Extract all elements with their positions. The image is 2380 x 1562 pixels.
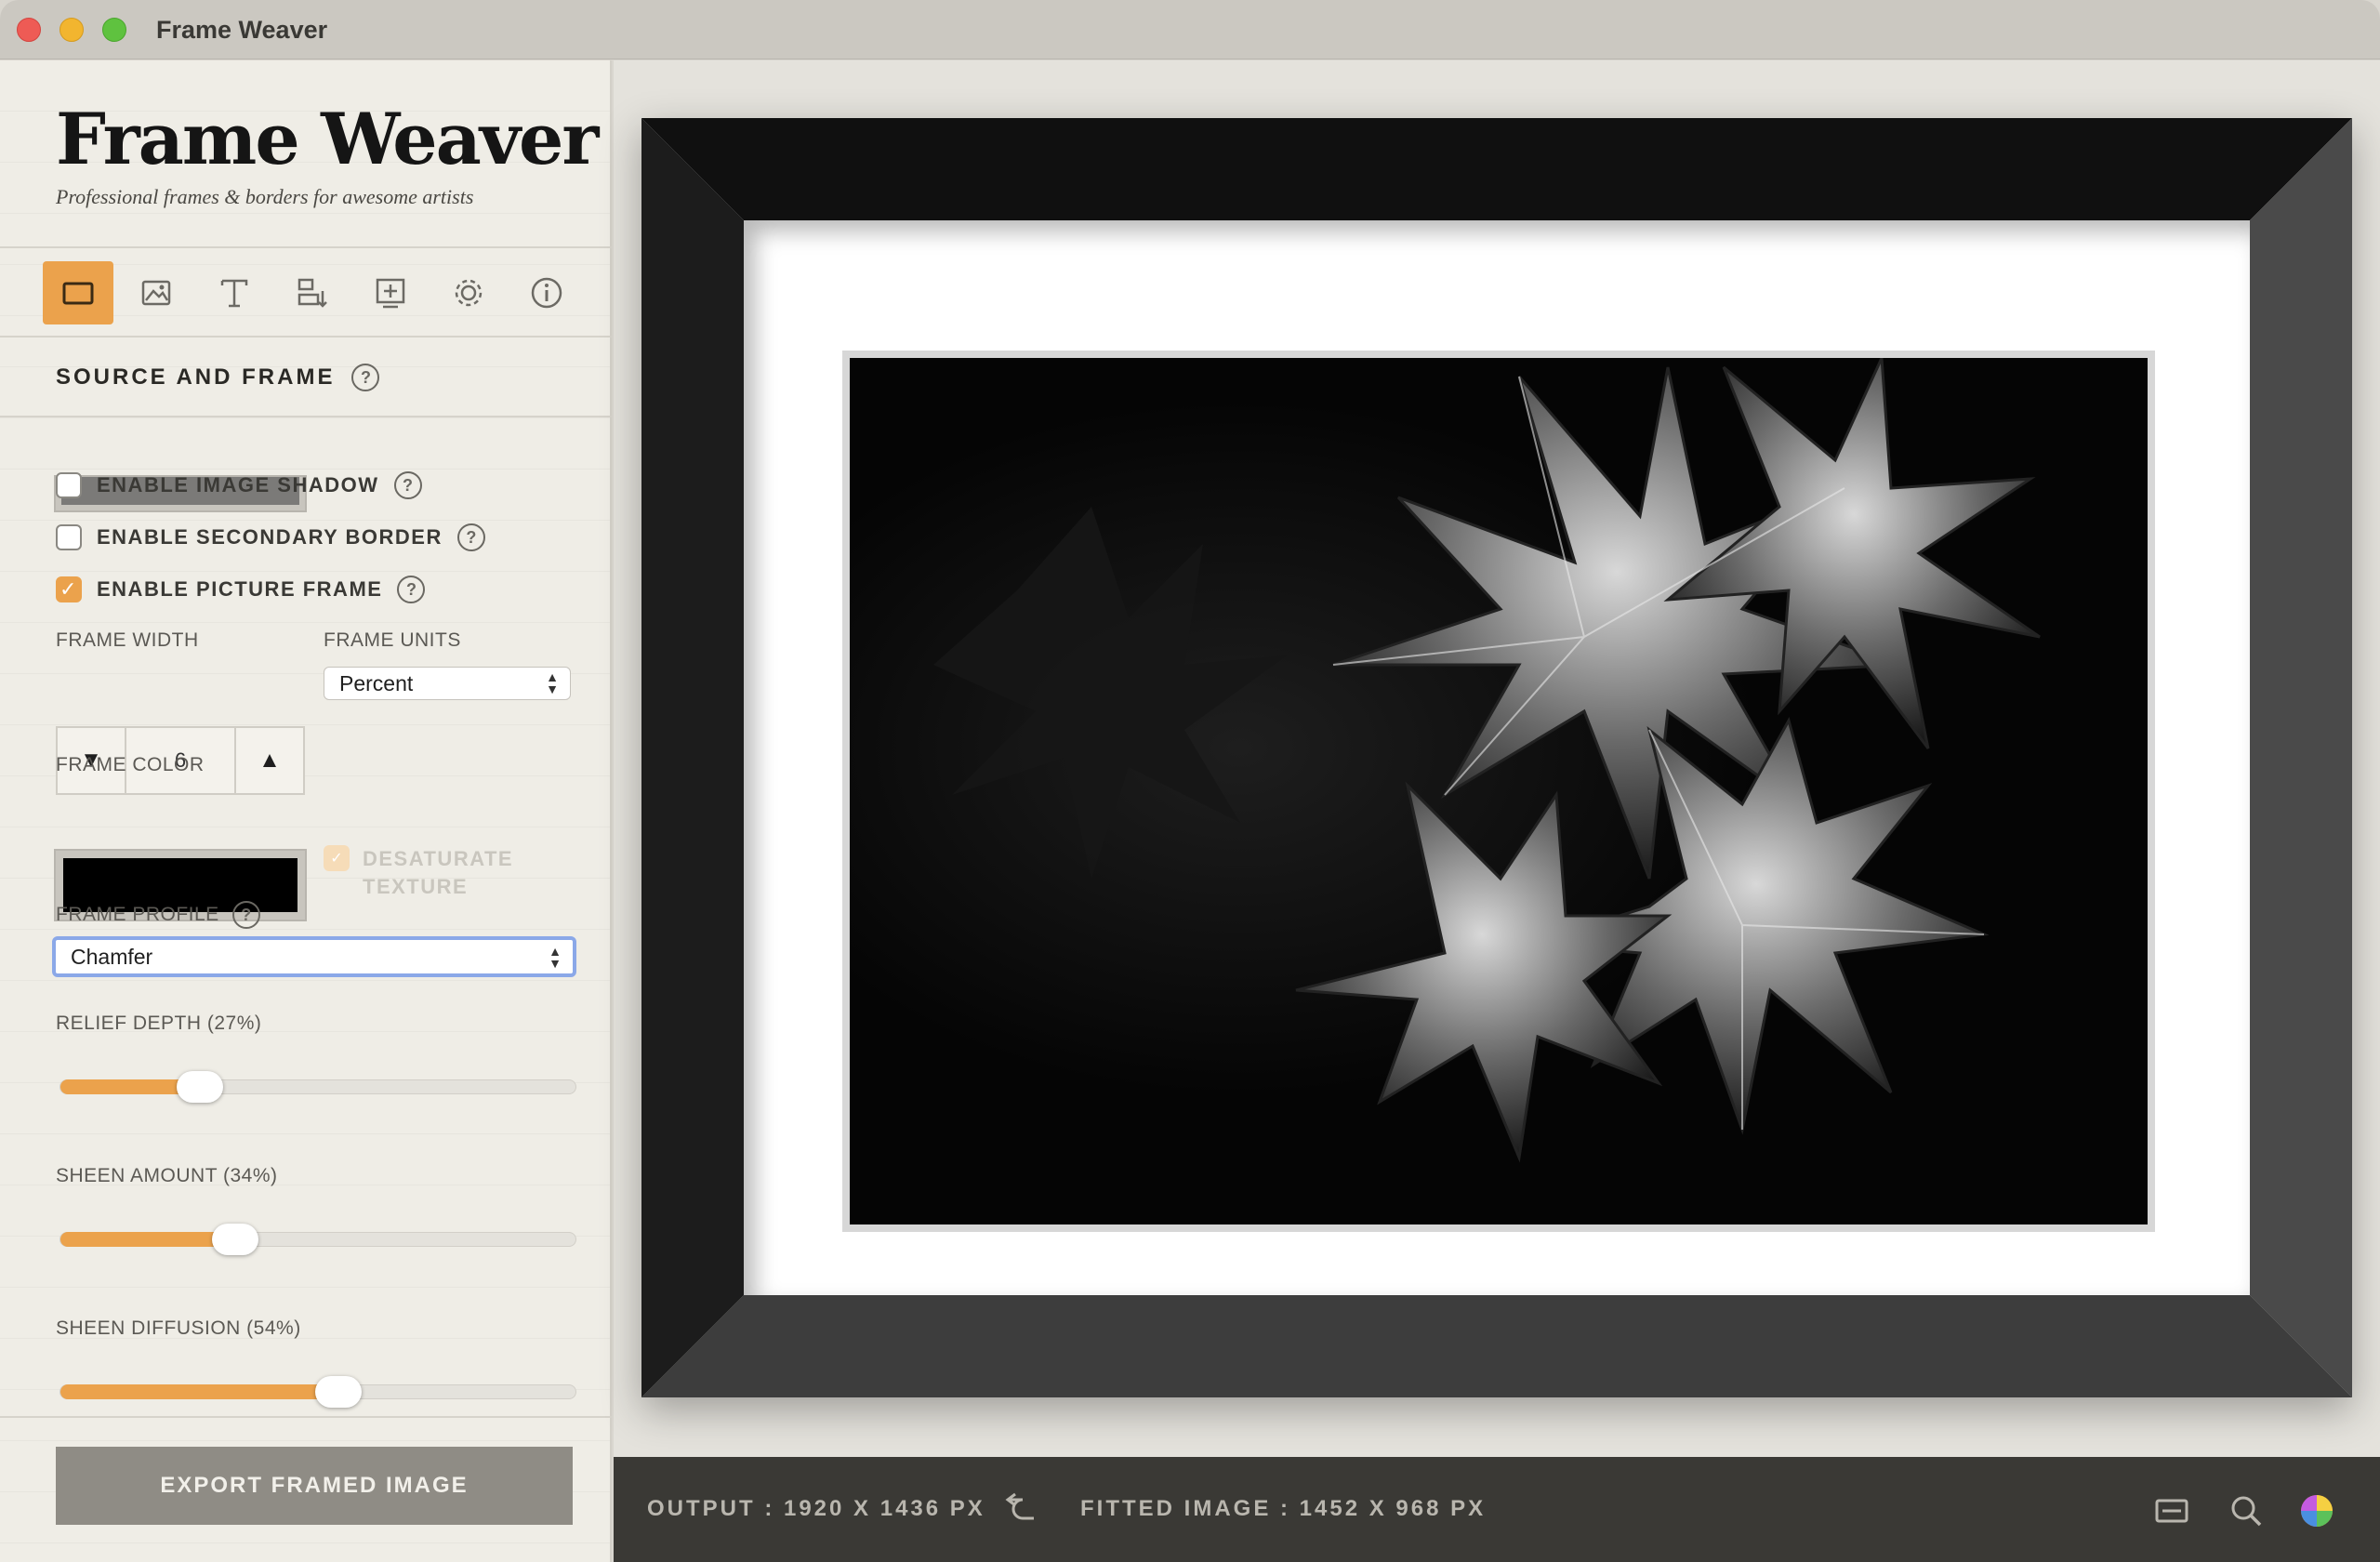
minimize-window-button[interactable] [60, 18, 84, 42]
frame-profile-help-icon[interactable]: ? [231, 901, 260, 929]
tab-frame[interactable] [43, 261, 113, 324]
desaturate-texture-row: ✓ DESATURATE TEXTURE [324, 845, 513, 901]
close-window-button[interactable] [17, 18, 41, 42]
tab-image[interactable] [121, 261, 192, 324]
frame-units-label: FRAME UNITS [324, 629, 461, 651]
divider [0, 246, 612, 248]
image-shadow-checkbox[interactable] [56, 472, 82, 498]
section-help-icon[interactable]: ? [351, 364, 380, 391]
window-title: Frame Weaver [156, 16, 328, 44]
gear-icon [455, 279, 483, 307]
color-wheel-icon[interactable] [2298, 1492, 2335, 1529]
frame-units-select[interactable]: Percent ▲ ▼ [324, 667, 571, 700]
secondary-border-help-icon[interactable]: ? [456, 523, 485, 551]
picture-frame-checkbox[interactable]: ✓ [56, 576, 82, 602]
sheen-diffusion-label: SHEEN DIFFUSION (54%) [56, 1317, 301, 1339]
secondary-border-checkbox[interactable] [56, 524, 82, 550]
text-icon [220, 279, 248, 308]
sheen-diffusion-slider[interactable] [60, 1376, 576, 1408]
sidebar: Frame Weaver Professional frames & borde… [0, 60, 612, 1562]
frame-profile-select[interactable]: Chamfer ▲ ▼ [52, 936, 576, 977]
zoom-window-button[interactable] [102, 18, 126, 42]
tab-info[interactable] [511, 261, 582, 324]
slider-fill [60, 1384, 339, 1399]
desaturate-texture-checkbox[interactable]: ✓ [324, 845, 350, 871]
secondary-border-row: ENABLE SECONDARY BORDER ? [56, 523, 485, 551]
increment-button[interactable]: ▲ [236, 728, 303, 793]
fitted-image-size: FITTED IMAGE : 1452 X 968 PX [1080, 1496, 1487, 1521]
image-icon [141, 280, 171, 306]
app-brand: Frame Weaver [56, 98, 599, 180]
slider-knob[interactable] [176, 1071, 223, 1103]
tab-add-layer[interactable] [355, 261, 426, 324]
section-title: SOURCE AND FRAME [56, 364, 336, 390]
relief-depth-slider[interactable] [60, 1071, 576, 1103]
divider [0, 1416, 612, 1418]
framed-photo [850, 358, 2148, 1224]
swap-arrow-icon[interactable] [1000, 1492, 1038, 1529]
status-bar: OUTPUT : 1920 X 1436 PX FITTED IMAGE : 1… [614, 1457, 2380, 1562]
title-bar: Frame Weaver [0, 0, 2380, 60]
sheen-amount-slider[interactable] [60, 1224, 576, 1255]
chevron-updown-icon: ▲ ▼ [549, 944, 562, 971]
frame-profile-header: FRAME PROFILE ? [56, 901, 260, 929]
slider-knob[interactable] [315, 1376, 363, 1408]
slider-knob[interactable] [212, 1224, 259, 1255]
photo-inner-border [842, 351, 2155, 1232]
section-header: SOURCE AND FRAME ? [56, 364, 380, 391]
tab-layout[interactable] [277, 261, 348, 324]
image-shadow-row: ENABLE IMAGE SHADOW ? [56, 471, 422, 499]
chevron-updown-icon: ▲ ▼ [546, 669, 559, 696]
frame-units-value: Percent [339, 670, 414, 695]
frame-color-label: FRAME COLOR [56, 754, 205, 775]
tool-tabs [43, 261, 582, 328]
picture-frame-help-icon[interactable]: ? [397, 576, 426, 603]
image-shadow-label: ENABLE IMAGE SHADOW [97, 473, 379, 496]
tab-settings[interactable] [433, 261, 504, 324]
picture-frame-preview [641, 118, 2352, 1397]
output-size: OUTPUT : 1920 X 1436 PX [647, 1496, 985, 1521]
image-shadow-help-icon[interactable]: ? [393, 471, 422, 499]
sheen-amount-label: SHEEN AMOUNT (34%) [56, 1165, 278, 1186]
app-tagline: Professional frames & borders for awesom… [56, 185, 474, 208]
leaf-photo-graphic [850, 358, 2148, 1224]
desaturate-texture-label: DESATURATE TEXTURE [363, 847, 514, 898]
zoom-icon[interactable] [2228, 1492, 2265, 1529]
divider [0, 416, 612, 417]
slider-fill [60, 1232, 236, 1247]
export-button[interactable]: EXPORT FRAMED IMAGE [56, 1447, 573, 1525]
relief-depth-label: RELIEF DEPTH (27%) [56, 1013, 262, 1034]
frame-profile-label: FRAME PROFILE [56, 904, 219, 925]
picture-frame-label: ENABLE PICTURE FRAME [97, 577, 383, 601]
tab-text[interactable] [199, 261, 270, 324]
picture-frame-row: ✓ ENABLE PICTURE FRAME ? [56, 576, 426, 603]
secondary-border-label: ENABLE SECONDARY BORDER [97, 525, 443, 549]
frame-profile-value: Chamfer [71, 944, 153, 969]
fit-screen-icon[interactable] [2153, 1492, 2190, 1529]
frame-icon [62, 282, 94, 305]
info-icon [531, 277, 562, 309]
divider [0, 336, 612, 338]
add-layer-icon [376, 278, 405, 309]
preview-canvas [614, 60, 2380, 1457]
frame-width-label: FRAME WIDTH [56, 629, 199, 651]
layout-icon [298, 278, 327, 308]
